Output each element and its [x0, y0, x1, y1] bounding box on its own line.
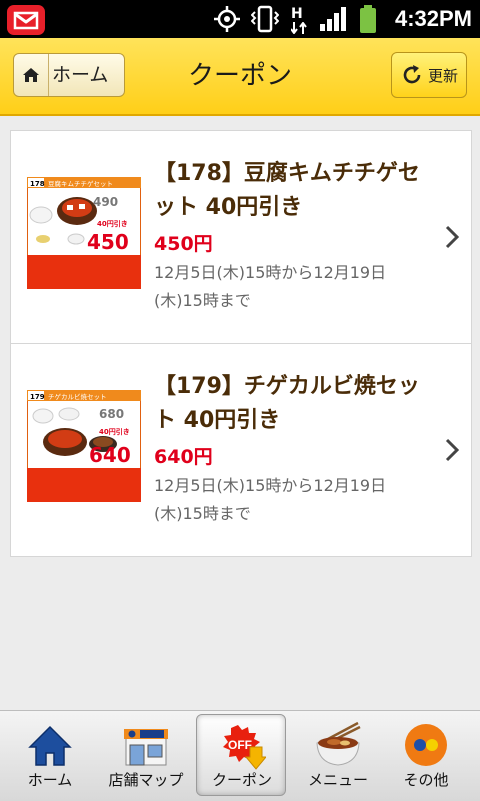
coupon-thumbnail: 179 チゲカルビ焼セット 680 40円引き 640: [27, 390, 141, 502]
thumbnail-new-price: 640: [89, 443, 131, 467]
store-icon: [124, 729, 168, 766]
status-bar: H 4:32PM: [0, 0, 480, 38]
tab-store-map-label: 店舗マップ: [108, 771, 184, 789]
page-title: クーポン: [187, 61, 292, 91]
coupon-item[interactable]: 179 チゲカルビ焼セット 680 40円引き 640 【179】チゲカルビ焼セ…: [11, 344, 471, 556]
app-header: ホーム クーポン 更新: [0, 38, 480, 116]
refresh-button[interactable]: 更新: [391, 52, 467, 98]
home-icon: [28, 725, 72, 766]
home-button[interactable]: ホーム: [13, 53, 125, 97]
tab-home-label: ホーム: [27, 771, 73, 789]
network-type-label: H: [290, 6, 303, 22]
vibrate-icon: [250, 5, 279, 33]
tab-other[interactable]: その他: [380, 711, 472, 801]
mail-icon[interactable]: [6, 4, 46, 36]
thumbnail-new-price: 450: [87, 230, 129, 254]
off-coupon-icon: OFF: [223, 725, 266, 770]
tab-menu-label: メニュー: [307, 771, 368, 789]
clock: 4:32PM: [394, 6, 472, 31]
thumbnail-name: チゲカルビ焼セット: [48, 392, 107, 401]
coupon-price: 640円: [154, 446, 213, 468]
thumbnail-number: 178: [30, 180, 45, 188]
tab-menu[interactable]: メニュー: [292, 711, 384, 801]
data-hplus-icon: H: [289, 4, 309, 34]
coupon-period: 12月5日(木)15時から12月19日(木)15時まで: [154, 476, 387, 523]
tab-other-label: その他: [403, 771, 449, 789]
thumbnail-discount: 40円引き: [99, 427, 130, 436]
thumbnail-number: 179: [30, 393, 45, 401]
tab-coupon-label: クーポン: [211, 771, 272, 789]
tab-coupon[interactable]: OFF クーポン: [196, 714, 286, 796]
coupon-period: 12月5日(木)15時から12月19日(木)15時まで: [154, 263, 387, 310]
bottom-tab-bar: ホーム 店舗マップ OFF クーポン メニュー その他: [0, 710, 480, 801]
chevron-right-icon: [445, 438, 459, 462]
home-icon: [14, 54, 49, 96]
thumbnail-name: 豆腐キムチチゲセット: [48, 179, 113, 188]
coupon-item[interactable]: 178 豆腐キムチチゲセット 490 40円引き 450 【178】豆腐キムチチ…: [11, 131, 471, 344]
tab-store-map[interactable]: 店舗マップ: [100, 711, 192, 801]
refresh-button-label: 更新: [427, 66, 458, 85]
thumbnail-old-price: 680: [99, 407, 124, 421]
tab-home[interactable]: ホーム: [4, 711, 96, 801]
coupon-price: 450円: [154, 233, 213, 255]
signal-icon: [319, 7, 346, 31]
coupon-thumbnail: 178 豆腐キムチチゲセット 490 40円引き 450: [27, 177, 141, 289]
coupon-title: 【179】チゲカルビ焼セット 40円引き: [154, 374, 420, 433]
thumbnail-discount: 40円引き: [97, 219, 128, 228]
svg-text:OFF: OFF: [228, 738, 252, 752]
gps-icon: [213, 6, 240, 32]
rice-bowl-icon: [316, 721, 361, 766]
thumbnail-old-price: 490: [93, 195, 118, 209]
dots-icon: [405, 724, 447, 766]
battery-icon: [359, 5, 376, 33]
coupon-list: 178 豆腐キムチチゲセット 490 40円引き 450 【178】豆腐キムチチ…: [10, 130, 472, 557]
home-button-label: ホーム: [52, 64, 109, 86]
coupon-title: 【178】豆腐キムチチゲセット 40円引き: [154, 161, 420, 220]
refresh-icon: [403, 65, 421, 84]
chevron-right-icon: [445, 225, 459, 249]
